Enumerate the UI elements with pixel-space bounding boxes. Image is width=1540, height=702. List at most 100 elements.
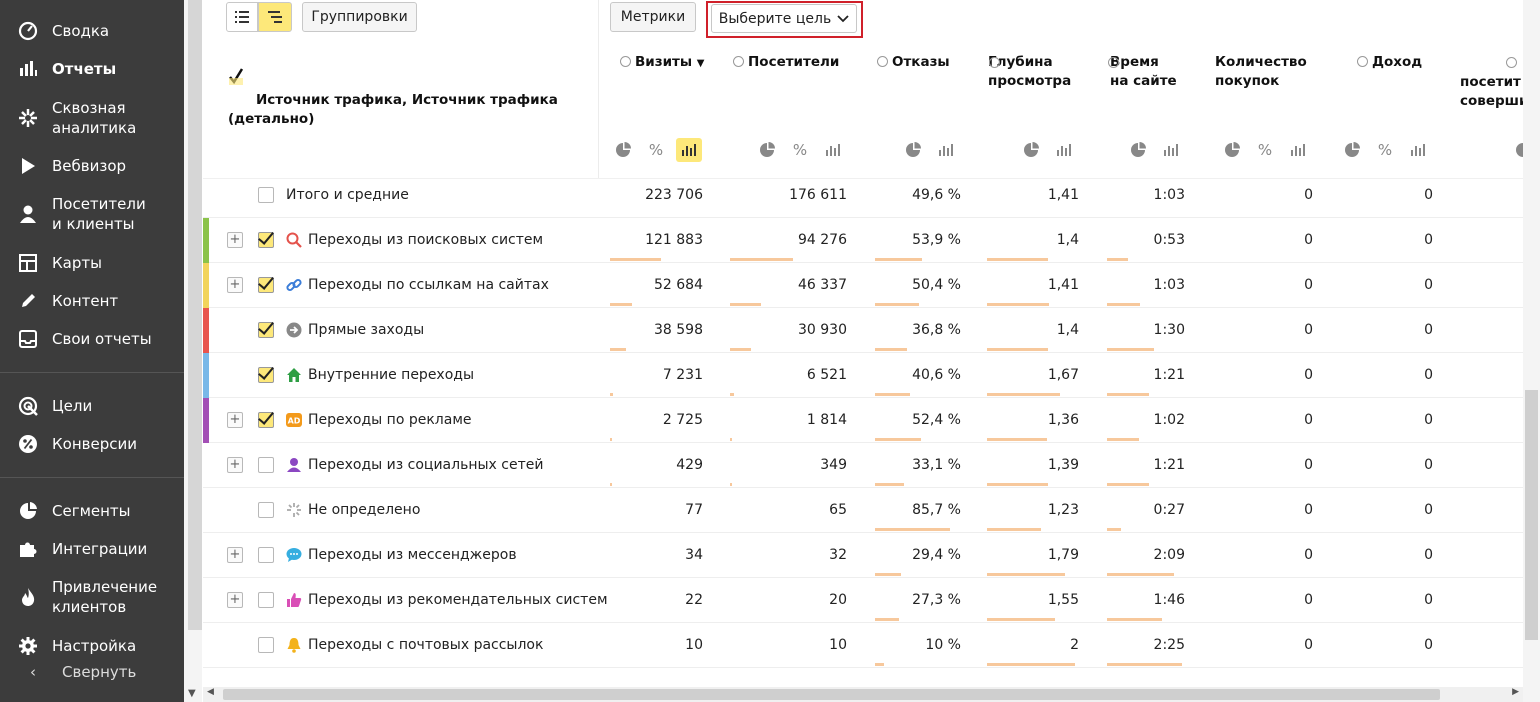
bar-chart-icon[interactable] [1051,138,1077,162]
sidebar-scrollbar[interactable] [188,0,202,630]
sidebar-item-content[interactable]: Контент [0,290,184,312]
expand-row-button[interactable]: + [227,412,243,428]
row-checkbox[interactable] [258,367,274,383]
revenue-cell: 0 [1424,502,1433,518]
table-row[interactable]: Переходы с почтовых рассылок 10 10 10 % 2 2:2… [203,623,1523,668]
bar-chart-icon[interactable] [676,138,702,162]
column-header-purchases[interactable]: Количество покупок [1215,53,1307,91]
expand-row-button[interactable]: + [227,547,243,563]
table-row[interactable]: + AD Переходы по рекламе 2 725 1 814 52,4 % 1,… [203,398,1523,443]
horizontal-scroll-thumb[interactable] [223,689,1440,700]
table-row[interactable]: + Переходы из социальных сетей 429 349 33,1 … [203,443,1523,488]
vertical-scroll-thumb[interactable] [1525,390,1538,640]
depth-share-bar [987,393,1061,396]
metrics-button[interactable]: Метрики [610,2,696,32]
percent-view-icon[interactable]: % [643,138,669,162]
sidebar-item-segments[interactable]: Сегменты [0,500,184,522]
sidebar-item-settings[interactable]: Настройка [0,635,184,657]
visits-cell: 38 598 [654,322,703,338]
list-view-button[interactable] [226,2,258,32]
table-row[interactable]: Не определено 77 65 85,7 % 1,23 0:27 0 0 [203,488,1523,533]
sidebar-item-crossanalytics[interactable]: Сквозная аналитика [0,97,184,139]
percent-view-icon[interactable]: % [1252,138,1278,162]
time-cell: 2:25 [1153,637,1185,653]
bar-chart-icon[interactable] [1158,138,1184,162]
table-row[interactable]: + Переходы по ссылкам на сайтах 52 684 46 3… [203,263,1523,308]
depth-share-bar [987,438,1047,441]
percent-view-icon[interactable]: % [787,138,813,162]
sidebar-item-reports[interactable]: Отчеты [0,58,184,80]
totals-row[interactable]: Итого и средние 223 706 176 611 49,6 % 1,41 1… [203,173,1523,218]
bar-chart-icon[interactable] [1405,138,1431,162]
column-header-goal-visitors[interactable]: посетит соверши [1460,73,1523,111]
column-header-depth[interactable]: Глубина просмотра [988,53,1071,91]
row-label: Переходы из социальных сетей [308,457,544,473]
expand-row-button[interactable]: + [227,232,243,248]
visits-share-bar [610,303,632,306]
column-header-visitors[interactable]: Посетители [733,53,839,72]
pie-chart-icon[interactable] [1339,138,1365,162]
column-header-time[interactable]: Время на сайте [1108,53,1177,91]
visits-cell: 22 [685,592,703,608]
expand-row-button[interactable]: + [227,277,243,293]
sidebar-item-custom-reports[interactable]: Свои отчеты [0,328,184,350]
row-checkbox[interactable] [258,232,274,248]
dimension-checkbox[interactable] [228,49,244,85]
sidebar-item-goals[interactable]: Цели [0,395,184,417]
vertical-scrollbar[interactable] [1523,0,1540,702]
column-header-bounce[interactable]: Отказы [877,53,950,72]
pie-chart-icon[interactable] [610,138,636,162]
column-header-revenue[interactable]: Доход [1357,53,1422,72]
pie-chart-icon[interactable] [1018,138,1044,162]
tree-view-button[interactable] [258,2,292,32]
percent-view-icon[interactable]: % [1372,138,1398,162]
sidebar-item-conversions[interactable]: Конверсии [0,433,184,455]
row-checkbox[interactable] [258,592,274,608]
row-checkbox[interactable] [258,322,274,338]
time-share-bar [1107,483,1150,486]
groupings-button[interactable]: Группировки [302,2,417,32]
row-checkbox[interactable] [258,457,274,473]
scroll-left-arrow-icon[interactable]: ◀ [207,687,214,697]
table-row[interactable]: Прямые заходы 38 598 30 930 36,8 % 1,4 1:30 0 0 [203,308,1523,353]
pie-chart-icon[interactable] [900,138,926,162]
bounce-cell: 52,4 % [912,412,961,428]
bar-chart-icon[interactable] [1285,138,1311,162]
row-checkbox[interactable] [258,187,274,203]
table-row[interactable]: + Переходы из рекомендательных систем 22 20… [203,578,1523,623]
revenue-cell: 0 [1424,412,1433,428]
horizontal-scrollbar[interactable]: ◀ ▶ [203,687,1523,702]
row-checkbox[interactable] [258,412,274,428]
row-checkbox[interactable] [258,277,274,293]
expand-row-button[interactable]: + [227,457,243,473]
row-checkbox[interactable] [258,502,274,518]
depth-share-bar [987,348,1049,351]
row-checkbox[interactable] [258,547,274,563]
revenue-cell: 0 [1424,322,1433,338]
revenue-cell: 0 [1424,637,1433,653]
bar-chart-icon[interactable] [933,138,959,162]
sidebar-item-webvisor[interactable]: Вебвизор [0,155,184,177]
expand-row-button[interactable]: + [227,592,243,608]
time-share-bar [1107,573,1175,576]
sidebar-item-summary[interactable]: Сводка [0,20,184,42]
radio-icon [620,56,631,67]
sidebar-item-acquisition[interactable]: Привлечение клиентов [0,576,184,618]
pie-chart-icon[interactable] [1219,138,1245,162]
scroll-down-arrow-icon[interactable]: ▼ [188,688,196,699]
bar-chart-icon[interactable] [820,138,846,162]
pie-chart-icon[interactable] [1125,138,1151,162]
table-row[interactable]: + Переходы из мессенджеров 34 32 29,4 % 1,79 2… [203,533,1523,578]
sidebar-item-integrations[interactable]: Интеграции [0,538,184,560]
sidebar-item-maps[interactable]: Карты [0,252,184,274]
row-checkbox[interactable] [258,637,274,653]
pie-chart-icon[interactable] [754,138,780,162]
sidebar-item-visitors[interactable]: Посетители и клиенты [0,193,184,235]
column-header-visits[interactable]: Визиты ▼ [620,53,705,73]
collapse-sidebar-button[interactable]: ‹ Свернуть [30,663,136,681]
table-row[interactable]: Внутренние переходы 7 231 6 521 40,6 % 1,67 1… [203,353,1523,398]
target-icon [18,396,38,416]
scroll-right-arrow-icon[interactable]: ▶ [1512,687,1519,697]
radio-icon[interactable] [1506,57,1517,68]
table-row[interactable]: + Переходы из поисковых систем 121 883 94 2… [203,218,1523,263]
